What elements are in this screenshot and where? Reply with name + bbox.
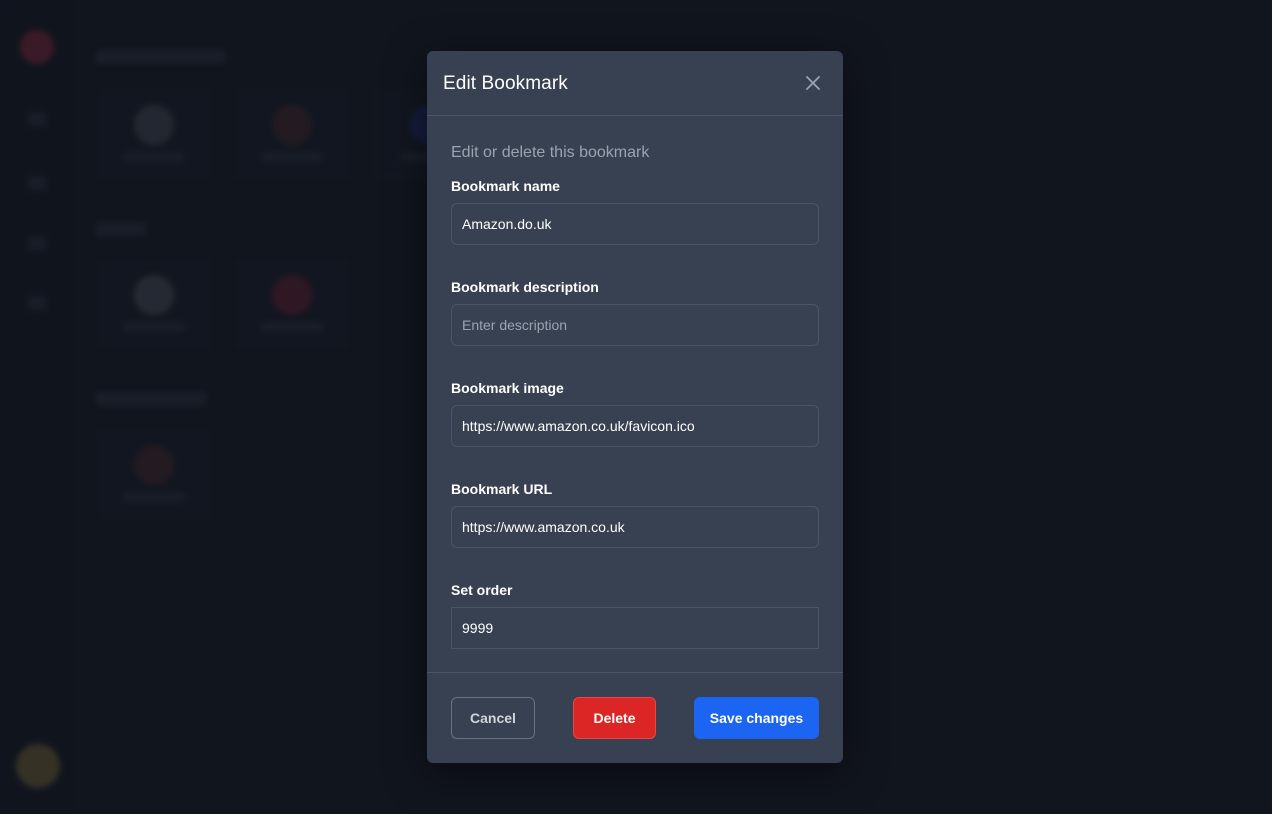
bookmark-description-label: Bookmark description <box>451 279 599 295</box>
save-changes-button[interactable]: Save changes <box>694 697 819 739</box>
bookmark-description-input[interactable] <box>451 304 819 346</box>
dialog-title: Edit Bookmark <box>443 73 568 94</box>
bookmark-description-field-group: Bookmark description <box>451 279 819 346</box>
dialog-header: Edit Bookmark <box>427 51 843 116</box>
close-button[interactable] <box>803 73 823 93</box>
delete-button[interactable]: Delete <box>573 697 656 739</box>
cancel-button[interactable]: Cancel <box>451 697 535 739</box>
set-order-input[interactable] <box>451 607 819 649</box>
bookmark-image-field-group: Bookmark image <box>451 380 819 447</box>
bookmark-name-field-group: Bookmark name <box>451 178 819 245</box>
set-order-field-group: Set order <box>451 582 819 649</box>
dialog-description: Edit or delete this bookmark <box>451 144 650 161</box>
dialog-body: Edit or delete this bookmark Bookmark na… <box>427 144 843 649</box>
dialog-footer: Cancel Delete Save changes <box>427 672 843 763</box>
bookmark-image-input[interactable] <box>451 405 819 447</box>
bookmark-url-label: Bookmark URL <box>451 481 553 497</box>
close-icon <box>806 76 820 90</box>
bookmark-image-label: Bookmark image <box>451 380 564 396</box>
edit-bookmark-dialog: Edit Bookmark Edit or delete this bookma… <box>427 51 843 763</box>
bookmark-url-field-group: Bookmark URL <box>451 481 819 548</box>
bookmark-name-label: Bookmark name <box>451 178 560 194</box>
set-order-label: Set order <box>451 582 513 598</box>
bookmark-name-input[interactable] <box>451 203 819 245</box>
bookmark-url-input[interactable] <box>451 506 819 548</box>
